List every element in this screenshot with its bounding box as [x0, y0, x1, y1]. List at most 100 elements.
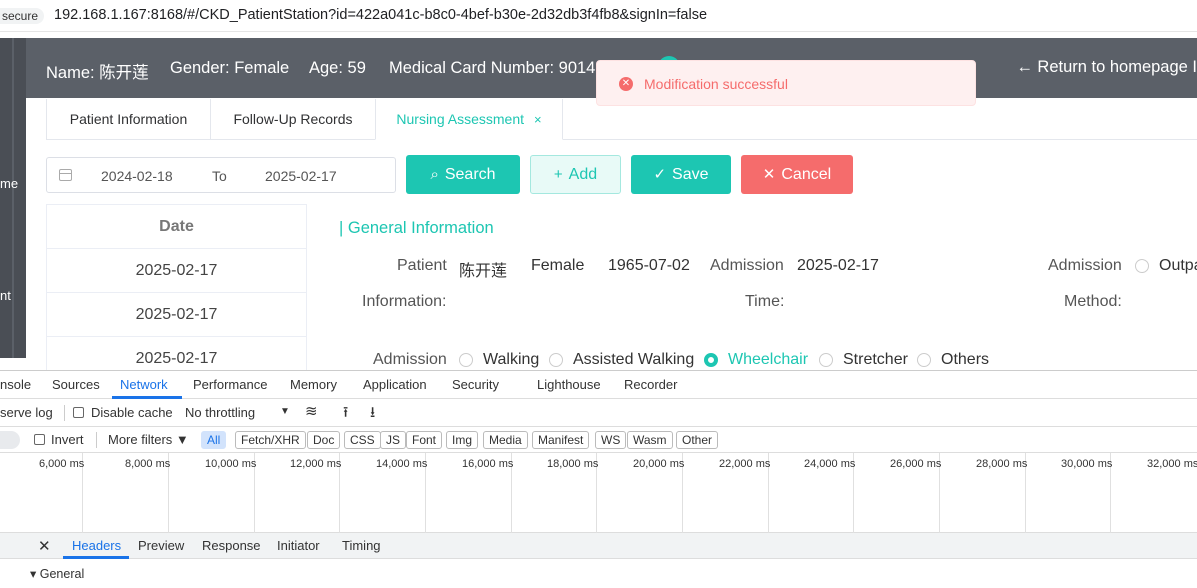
- header-name: Name: 陈开莲: [46, 64, 149, 82]
- date-list-item[interactable]: 2025-02-17: [47, 249, 306, 293]
- network-timeline-overview[interactable]: 6,000 ms 8,000 ms 10,000 ms 12,000 ms 14…: [0, 453, 1197, 533]
- filter-input[interactable]: [0, 431, 20, 449]
- left-sidebar: me nt: [0, 38, 26, 358]
- date-separator: To: [212, 168, 227, 184]
- chevron-down-icon[interactable]: ▼: [280, 406, 290, 417]
- filter-chip-font[interactable]: Font: [406, 431, 443, 449]
- date-list-header: Date: [47, 205, 306, 249]
- details-tab-timing[interactable]: Timing: [342, 538, 381, 553]
- url-text[interactable]: 192.168.1.167:8168/#/CKD_PatientStation?…: [54, 7, 707, 23]
- cancel-button[interactable]: ✕ Cancel: [741, 155, 853, 194]
- request-details-tab-bar: ✕ Headers Preview Response Initiator Tim…: [0, 533, 1197, 559]
- close-tab-icon[interactable]: ×: [534, 112, 542, 127]
- date-range-picker[interactable]: 2024-02-18 To 2025-02-17: [46, 157, 396, 193]
- close-details-icon[interactable]: ✕: [38, 537, 51, 555]
- devtools-tab-memory[interactable]: Memory: [290, 377, 337, 392]
- details-tab-preview[interactable]: Preview: [138, 538, 184, 553]
- save-button[interactable]: ✓ Save: [631, 155, 731, 194]
- add-button-label: Add: [568, 166, 598, 183]
- disable-cache-checkbox[interactable]: [73, 407, 84, 418]
- tab-nursing-assessment[interactable]: Nursing Assessment ×: [375, 99, 563, 140]
- tab-patient-information[interactable]: Patient Information: [46, 99, 211, 140]
- filter-chip-media[interactable]: Media: [483, 431, 528, 449]
- timeline-tick: 30,000 ms: [1061, 458, 1113, 470]
- radio-wheelchair[interactable]: [704, 353, 718, 367]
- details-tab-headers[interactable]: Headers: [72, 538, 121, 553]
- devtools-tab-sources[interactable]: Sources: [52, 377, 100, 392]
- search-icon: ⌕: [430, 166, 439, 183]
- tab-follow-up-records[interactable]: Follow-Up Records: [210, 99, 376, 140]
- radio-outpatient-label: Outpa: [1159, 257, 1197, 274]
- details-tab-response[interactable]: Response: [202, 538, 261, 553]
- filter-chip-doc[interactable]: Doc: [307, 431, 341, 449]
- start-date[interactable]: 2024-02-18: [101, 168, 173, 184]
- preserve-log-label[interactable]: serve log: [0, 405, 53, 420]
- filter-chip-other[interactable]: Other: [676, 431, 719, 449]
- filter-chip-img[interactable]: Img: [446, 431, 479, 449]
- download-icon[interactable]: ⭳: [370, 402, 375, 427]
- radio-stretcher[interactable]: [819, 353, 833, 367]
- radio-outpatient[interactable]: [1135, 259, 1149, 273]
- return-homepage-link[interactable]: ← Return to homepage I: [1016, 58, 1197, 77]
- filter-chip-ws[interactable]: WS: [595, 431, 627, 449]
- filter-chip-fetch-xhr[interactable]: Fetch/XHR: [235, 431, 306, 449]
- timeline-tick: 20,000 ms: [633, 458, 685, 470]
- details-tab-initiator[interactable]: Initiator: [277, 538, 320, 553]
- time-label: Time:: [745, 293, 785, 310]
- wifi-settings-icon[interactable]: ≋: [305, 402, 318, 420]
- throttling-select[interactable]: No throttling: [185, 405, 255, 420]
- patient-label: Patient: [397, 257, 447, 274]
- filter-chip-all[interactable]: All: [201, 431, 227, 449]
- devtools-tab-bar: nsole Sources Network Performance Memory…: [0, 371, 1197, 399]
- search-button[interactable]: ⌕ Search: [406, 155, 520, 194]
- radio-walking-label: Walking: [483, 351, 540, 368]
- devtools-tab-network[interactable]: Network: [120, 377, 168, 392]
- network-filter-bar: Invert More filters ▼ All Fetch/XHR Doc …: [0, 427, 1197, 453]
- radio-walking[interactable]: [459, 353, 473, 367]
- tab-label: Patient Information: [69, 111, 188, 127]
- check-circle-icon: ✓: [653, 166, 667, 183]
- timeline-tick: 26,000 ms: [890, 458, 942, 470]
- filter-divider: [96, 432, 97, 448]
- filter-chip-js[interactable]: JS: [380, 431, 407, 449]
- devtools-tab-performance[interactable]: Performance: [193, 377, 267, 392]
- radio-assisted-walking[interactable]: [549, 353, 563, 367]
- devtools-tab-application[interactable]: Application: [363, 377, 427, 392]
- patient-gender-value: Female: [531, 257, 585, 274]
- add-button[interactable]: + Add: [530, 155, 621, 194]
- upload-icon[interactable]: ⭱: [343, 402, 348, 427]
- radio-assisted-walking-label: Assisted Walking: [573, 351, 695, 368]
- timeline-tick: 14,000 ms: [376, 458, 428, 470]
- devtools-tab-lighthouse[interactable]: Lighthouse: [537, 377, 601, 392]
- more-filters-dropdown[interactable]: More filters ▼: [108, 432, 189, 447]
- filter-chip-wasm[interactable]: Wasm: [627, 431, 673, 449]
- admission-date-value[interactable]: 2025-02-17: [797, 257, 879, 275]
- invert-label: Invert: [51, 432, 84, 447]
- admission-method-label: Admission: [1048, 257, 1122, 274]
- radio-stretcher-label: Stretcher: [843, 351, 908, 368]
- general-section-header[interactable]: ▾ General: [0, 561, 1197, 588]
- timeline-tick: 32,000 ms: [1147, 458, 1197, 470]
- header-card-number: Medical Card Number: 90140: [389, 59, 605, 77]
- sidebar-item-fragment[interactable]: me: [0, 176, 18, 191]
- devtools-tab-recorder[interactable]: Recorder: [624, 377, 677, 392]
- browser-url-bar[interactable]: secure 192.168.1.167:8168/#/CKD_PatientS…: [0, 0, 1197, 32]
- method-label: Method:: [1064, 293, 1122, 310]
- filter-chip-css[interactable]: CSS: [344, 431, 381, 449]
- radio-wheelchair-label: Wheelchair: [728, 351, 809, 368]
- devtools-tab-console[interactable]: nsole: [0, 377, 31, 392]
- end-date[interactable]: 2025-02-17: [265, 168, 337, 184]
- admission-mode-label: Admission: [373, 351, 447, 368]
- insecure-badge[interactable]: secure: [0, 8, 45, 24]
- invert-checkbox[interactable]: [34, 434, 45, 445]
- date-list-item[interactable]: 2025-02-17: [47, 293, 306, 337]
- tab-label: Nursing Assessment: [396, 111, 524, 127]
- toast-message: ✕ Modification successful: [596, 60, 976, 106]
- active-tab-indicator: [63, 556, 129, 559]
- date-list-item[interactable]: 2025-02-17: [47, 337, 306, 370]
- sidebar-item-fragment[interactable]: nt: [0, 288, 11, 303]
- general-section-label: ▾ General: [30, 567, 85, 581]
- radio-others[interactable]: [917, 353, 931, 367]
- filter-chip-manifest[interactable]: Manifest: [532, 431, 590, 449]
- devtools-tab-security[interactable]: Security: [452, 377, 499, 392]
